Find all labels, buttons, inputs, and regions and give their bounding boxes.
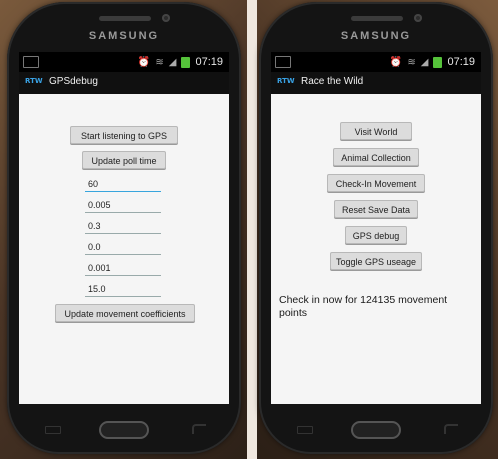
status-icons: ⏰ ≋ ◢ 07:19 (390, 56, 475, 68)
app-title: Race the Wild (301, 76, 364, 87)
status-bar: ⏰ ≋ ◢ 07:19 (271, 52, 481, 72)
status-time: 07:19 (195, 56, 223, 68)
back-key[interactable] (444, 424, 458, 434)
screen: ⏰ ≋ ◢ 07:19 RTW Race the Wild Visit Worl… (271, 52, 481, 404)
movement-points-message: Check in now for 124135 movement points (279, 294, 448, 319)
wifi-icon: ≋ (155, 56, 164, 68)
poll-time-field[interactable]: 60 (85, 177, 161, 192)
coefficient-field-5[interactable]: 15.0 (85, 282, 161, 297)
start-listening-button[interactable]: Start listening to GPS (70, 126, 178, 144)
earpiece-speaker (351, 16, 403, 21)
alarm-icon: ⏰ (137, 56, 151, 68)
earpiece-speaker (99, 16, 151, 21)
visit-world-button[interactable]: Visit World (340, 122, 412, 140)
app-icon: RTW (25, 77, 43, 85)
action-bar: RTW GPSdebug (19, 72, 229, 95)
battery-icon (181, 56, 191, 68)
status-time: 07:19 (447, 56, 475, 68)
coefficient-field-3[interactable]: 0.0 (85, 240, 161, 255)
screen: ⏰ ≋ ◢ 07:19 RTW GPSdebug Start listening… (19, 52, 229, 404)
front-camera (414, 14, 422, 22)
front-camera (162, 14, 170, 22)
app-icon: RTW (277, 77, 295, 85)
app-title: GPSdebug (49, 76, 98, 87)
status-bar: ⏰ ≋ ◢ 07:19 (19, 52, 229, 72)
toggle-gps-button[interactable]: Toggle GPS useage (330, 252, 422, 270)
home-button[interactable] (99, 421, 149, 439)
update-coefficients-button[interactable]: Update movement coefficients (55, 304, 195, 322)
coefficient-field-1[interactable]: 0.005 (85, 198, 161, 213)
battery-icon (433, 56, 443, 68)
action-bar: RTW Race the Wild (271, 72, 481, 95)
photo-divider (247, 0, 257, 459)
update-poll-time-button[interactable]: Update poll time (82, 151, 166, 169)
status-icons: ⏰ ≋ ◢ 07:19 (138, 56, 223, 68)
brand-logo: SAMSUNG (88, 30, 160, 42)
signal-icon: ◢ (420, 56, 429, 68)
sd-card-icon (275, 56, 291, 68)
check-in-movement-button[interactable]: Check-In Movement (327, 174, 425, 192)
menu-key[interactable] (45, 426, 61, 434)
menu-key[interactable] (297, 426, 313, 434)
coefficient-field-4[interactable]: 0.001 (85, 261, 161, 276)
phone-left: SAMSUNG ⏰ ≋ ◢ 07:19 RTW GPSdebug Start l… (7, 2, 241, 454)
gps-debug-button[interactable]: GPS debug (345, 226, 407, 244)
content-area: Visit World Animal Collection Check-In M… (271, 94, 481, 404)
coefficient-field-2[interactable]: 0.3 (85, 219, 161, 234)
sd-card-icon (23, 56, 39, 68)
animal-collection-button[interactable]: Animal Collection (333, 148, 419, 166)
content-area: Start listening to GPS Update poll time … (19, 94, 229, 404)
reset-save-data-button[interactable]: Reset Save Data (334, 200, 418, 218)
wifi-icon: ≋ (407, 56, 416, 68)
brand-logo: SAMSUNG (340, 30, 412, 42)
alarm-icon: ⏰ (389, 56, 403, 68)
signal-icon: ◢ (168, 56, 177, 68)
back-key[interactable] (192, 424, 206, 434)
home-button[interactable] (351, 421, 401, 439)
phone-right: SAMSUNG ⏰ ≋ ◢ 07:19 RTW Race the Wild Vi… (259, 2, 493, 454)
